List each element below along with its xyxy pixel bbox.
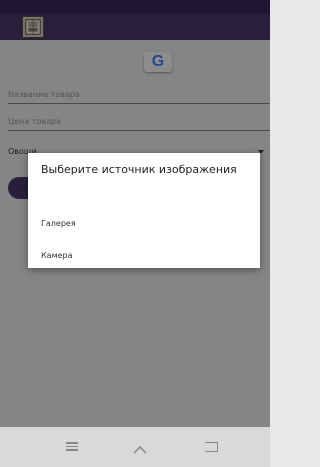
system-nav-bar xyxy=(0,427,270,467)
menu-icon[interactable] xyxy=(66,440,78,453)
camera-option[interactable]: Камера xyxy=(41,251,73,260)
home-icon[interactable] xyxy=(133,440,147,454)
dialog-title: Выберите источник изображения xyxy=(41,163,237,176)
image-source-dialog: Выберите источник изображения Галерея Ка… xyxy=(28,153,260,268)
gallery-option[interactable]: Галерея xyxy=(41,219,76,228)
back-icon[interactable] xyxy=(205,442,218,452)
